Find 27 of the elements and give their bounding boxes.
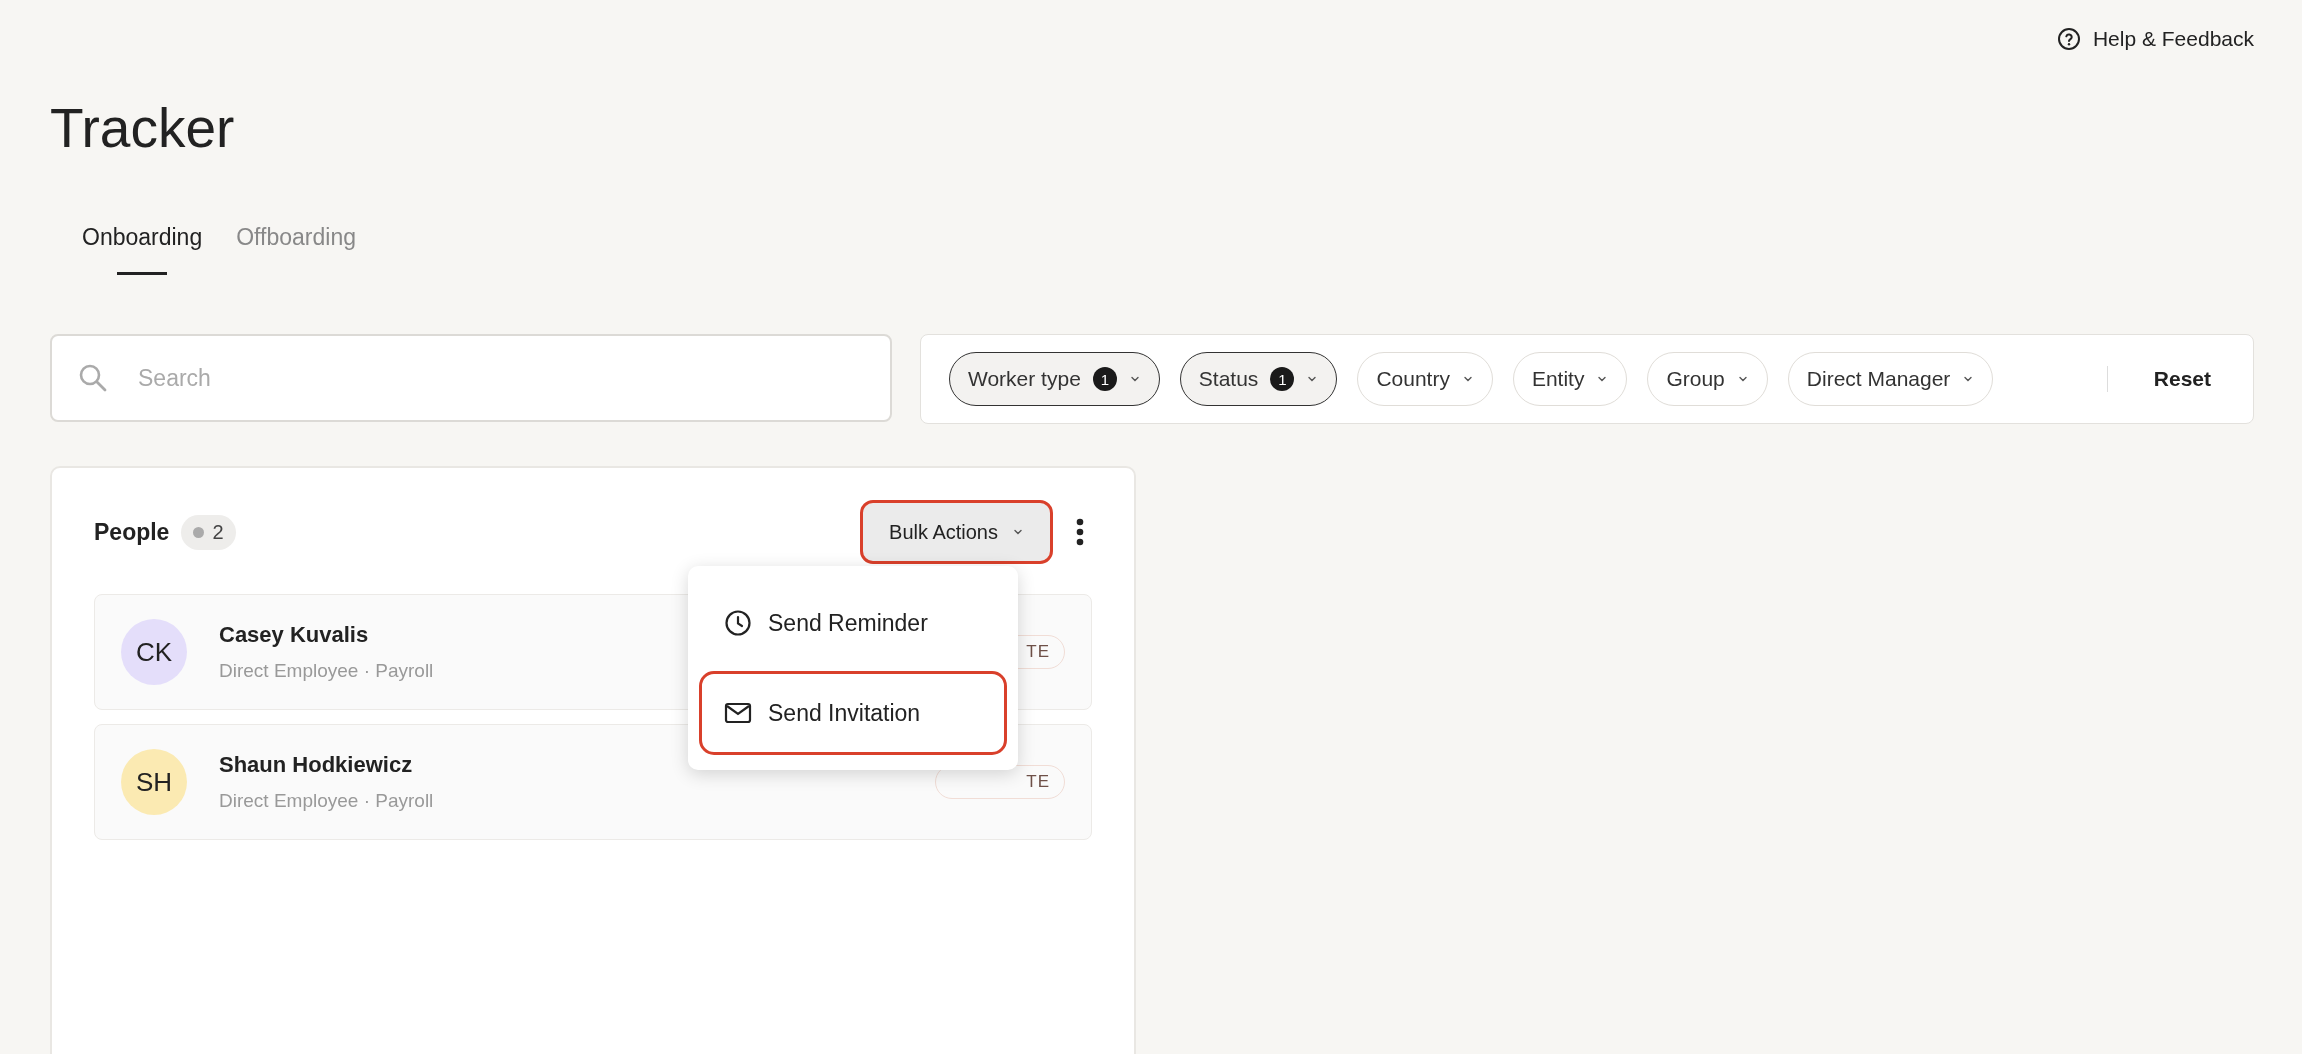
- tab[interactable]: Onboarding: [82, 224, 203, 275]
- count-badge: 1: [1092, 367, 1117, 391]
- filter-chip[interactable]: Status 1: [1179, 352, 1338, 406]
- envelope-icon: [724, 701, 752, 725]
- reset-button[interactable]: Reset: [2147, 366, 2217, 392]
- person-details: Direct Employee · Payroll: [219, 660, 434, 682]
- help-link[interactable]: Help & Feedback: [2056, 27, 2254, 51]
- filter-chip[interactable]: Group: [1647, 352, 1768, 406]
- count-badge: 2: [181, 514, 236, 550]
- menu-item[interactable]: Send Invitation: [702, 674, 1004, 752]
- person-details: Direct Employee · Payroll: [219, 790, 434, 812]
- section-title: People: [94, 518, 170, 546]
- search-field[interactable]: Search: [50, 334, 892, 422]
- page-title: Tracker: [50, 101, 236, 156]
- count-badge: 1: [1270, 367, 1295, 391]
- person-name: Shaun Hodkiewicz: [219, 752, 414, 778]
- person-name: Casey Kuvalis: [219, 622, 370, 648]
- bulk-actions-button[interactable]: Bulk Actions: [863, 503, 1050, 561]
- filter-chip[interactable]: Entity: [1512, 352, 1628, 406]
- filter-chip[interactable]: Worker type 1: [949, 352, 1160, 406]
- filter-chip[interactable]: Direct Manager: [1787, 352, 1994, 406]
- filter-chip[interactable]: Country: [1357, 352, 1493, 406]
- clock-icon: [724, 609, 752, 637]
- more-icon[interactable]: [1076, 518, 1084, 546]
- help-icon: [2056, 27, 2081, 51]
- avatar: SH: [121, 749, 187, 815]
- avatar: CK: [121, 619, 187, 685]
